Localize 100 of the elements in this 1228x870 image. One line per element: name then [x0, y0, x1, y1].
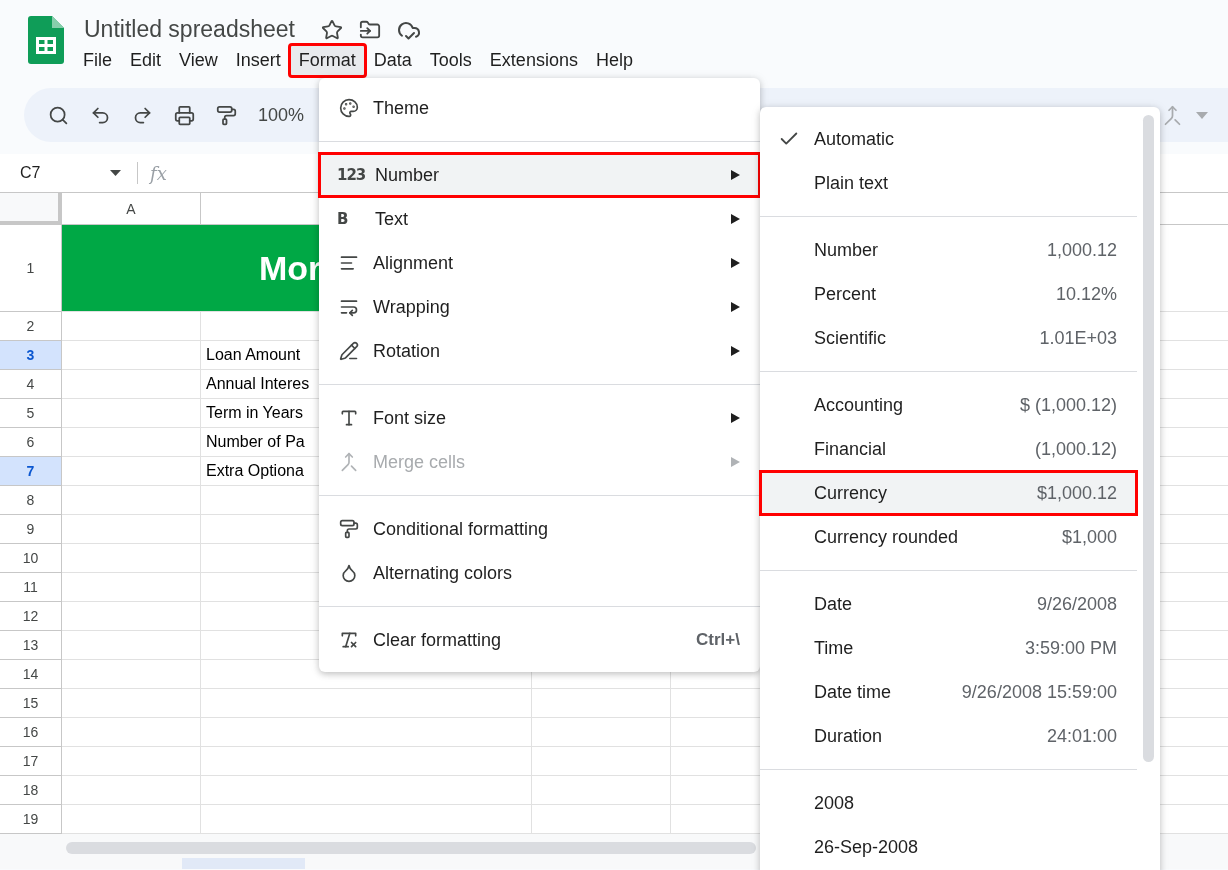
menu-item[interactable]: Theme: [319, 86, 760, 130]
menu-item[interactable]: Scientific 1.01E+03: [760, 316, 1137, 360]
row-header[interactable]: 10: [0, 544, 62, 573]
row-header[interactable]: 3: [0, 341, 62, 370]
menu-item[interactable]: Percent 10.12%: [760, 272, 1137, 316]
row-header[interactable]: 14: [0, 660, 62, 689]
menu-item[interactable]: Rotation: [319, 329, 760, 373]
row-header[interactable]: 18: [0, 776, 62, 805]
menu-item[interactable]: Number 1,000.12: [760, 228, 1137, 272]
menu-bar-item[interactable]: Edit: [121, 45, 171, 76]
grid-cell[interactable]: [62, 399, 201, 428]
grid-cell[interactable]: [532, 776, 671, 805]
menu-item[interactable]: Accounting $ (1,000.12): [760, 383, 1137, 427]
menu-item[interactable]: Conditional formatting: [319, 507, 760, 551]
name-box[interactable]: C7: [0, 164, 110, 182]
grid-cell[interactable]: [62, 631, 201, 660]
menu-item[interactable]: Wrapping: [319, 285, 760, 329]
grid-cell[interactable]: [201, 776, 532, 805]
menu-bar-item[interactable]: File: [74, 45, 121, 76]
grid-cell[interactable]: [201, 689, 532, 718]
row-header[interactable]: 6: [0, 428, 62, 457]
sheets-logo-icon[interactable]: [28, 16, 64, 64]
clear-format-icon: [339, 630, 359, 650]
grid-cell[interactable]: [62, 457, 201, 486]
menu-item[interactable]: Font size: [319, 396, 760, 440]
menu-item[interactable]: Currency rounded $1,000: [760, 515, 1137, 559]
menu-item[interactable]: Automatic: [760, 117, 1137, 161]
menu-item[interactable]: 26-Sep-2008: [760, 825, 1137, 869]
grid-cell[interactable]: [62, 544, 201, 573]
print-icon[interactable]: [174, 104, 195, 126]
menu-bar-item[interactable]: Insert: [226, 45, 290, 76]
row-header[interactable]: 16: [0, 718, 62, 747]
menu-item[interactable]: Plain text: [760, 161, 1137, 205]
menu-item[interactable]: Date 9/26/2008: [760, 582, 1137, 626]
menu-item[interactable]: Financial (1,000.12): [760, 427, 1137, 471]
row-header[interactable]: 1: [0, 225, 62, 312]
shortcut-hint: Ctrl+\: [696, 630, 740, 650]
grid-cell[interactable]: [62, 747, 201, 776]
format-example: 10.12%: [1055, 283, 1117, 305]
menu-bar-item[interactable]: Format: [289, 45, 365, 76]
grid-cell[interactable]: [62, 428, 201, 457]
grid-cell[interactable]: [532, 718, 671, 747]
menu-bar-item[interactable]: Tools: [420, 45, 481, 76]
grid-cell[interactable]: [62, 776, 201, 805]
row-header[interactable]: 15: [0, 689, 62, 718]
grid-cell[interactable]: [62, 341, 201, 370]
row-header[interactable]: 8: [0, 486, 62, 515]
merge-icon[interactable]: [1162, 104, 1183, 126]
grid-cell[interactable]: [62, 486, 201, 515]
format-example: $1,000: [1061, 526, 1117, 548]
grid-cell[interactable]: [62, 312, 201, 341]
menu-item[interactable]: Clear formatting Ctrl+\: [319, 618, 760, 662]
grid-cell[interactable]: [62, 660, 201, 689]
row-header[interactable]: 5: [0, 399, 62, 428]
grid-cell[interactable]: [62, 689, 201, 718]
menu-item[interactable]: Date time 9/26/2008 15:59:00: [760, 670, 1137, 714]
menu-bar-item[interactable]: Data: [364, 45, 421, 76]
menu-item[interactable]: B Text: [319, 197, 760, 241]
search-icon[interactable]: [48, 104, 69, 126]
grid-cell[interactable]: [201, 718, 532, 747]
grid-cell[interactable]: [62, 602, 201, 631]
menu-item[interactable]: Alternating colors: [319, 551, 760, 595]
zoom-select[interactable]: 100%: [258, 104, 305, 126]
sheet-tab[interactable]: [182, 857, 305, 869]
row-header[interactable]: 7: [0, 457, 62, 486]
grid-cell[interactable]: [201, 747, 532, 776]
row-header[interactable]: 4: [0, 370, 62, 399]
menu-item[interactable]: Duration 24:01:00: [760, 714, 1137, 758]
grid-cell[interactable]: [62, 370, 201, 399]
menu-item[interactable]: Alignment: [319, 241, 760, 285]
row-header[interactable]: 13: [0, 631, 62, 660]
menu-item[interactable]: 123 Number: [319, 153, 760, 197]
row-header[interactable]: 9: [0, 515, 62, 544]
column-header[interactable]: A: [62, 193, 201, 225]
menu-bar-item[interactable]: Help: [586, 45, 642, 76]
menu-bar-item[interactable]: Extensions: [480, 45, 587, 76]
row-header[interactable]: 12: [0, 602, 62, 631]
caret-icon[interactable]: [110, 170, 121, 176]
grid-cell[interactable]: [532, 689, 671, 718]
grid-cell[interactable]: [532, 747, 671, 776]
row-header[interactable]: 17: [0, 747, 62, 776]
select-all-corner[interactable]: [0, 193, 62, 225]
menu-item[interactable]: 2008: [760, 781, 1137, 825]
folder-move-icon[interactable]: [358, 18, 381, 41]
star-icon[interactable]: [320, 18, 343, 41]
grid-cell[interactable]: [62, 718, 201, 747]
grid-cell[interactable]: [62, 515, 201, 544]
horizontal-scrollbar[interactable]: [66, 842, 756, 854]
menu-bar-item[interactable]: View: [170, 45, 227, 76]
row-header[interactable]: 2: [0, 312, 62, 341]
wrap-text-icon: [339, 297, 359, 317]
grid-cell[interactable]: [62, 573, 201, 602]
vertical-scrollbar[interactable]: [1143, 115, 1154, 762]
row-header[interactable]: 11: [0, 573, 62, 602]
menu-item[interactable]: Currency $1,000.12: [760, 471, 1137, 515]
format-example: 9/26/2008: [1036, 593, 1117, 615]
document-title[interactable]: Untitled spreadsheet: [84, 16, 295, 43]
menu-item[interactable]: Time 3:59:00 PM: [760, 626, 1137, 670]
paint-roller-icon[interactable]: [216, 104, 237, 126]
row-header[interactable]: 19: [0, 805, 62, 834]
